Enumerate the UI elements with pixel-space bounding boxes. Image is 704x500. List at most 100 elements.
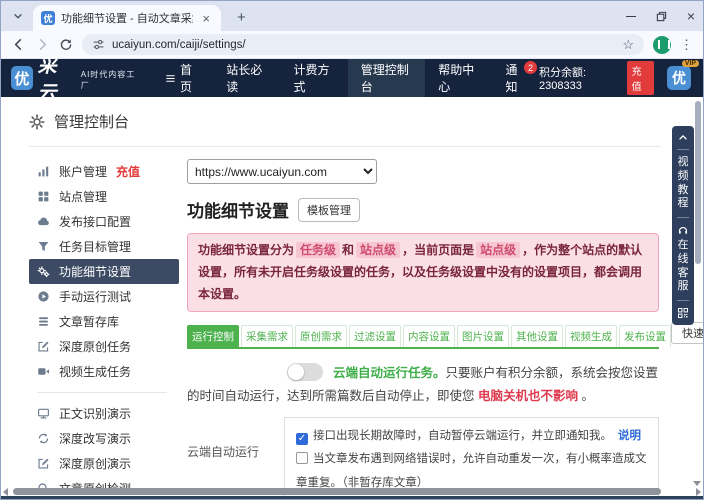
browser-toolbar: ucaiyun.com/caiji/settings/ ☆ ⋮ [1, 31, 703, 59]
sidebar-item-publish-api[interactable]: 发布接口配置 [29, 209, 179, 234]
recharge-button[interactable]: 充值 [627, 61, 654, 95]
user-avatar[interactable]: 优 [667, 66, 691, 90]
scroll-right-arrow[interactable] [696, 488, 701, 496]
url-text: ucaiyun.com/caiji/settings/ [112, 39, 615, 51]
sidebar-item-content-recognition-demo[interactable]: 正文识别演示 [29, 401, 179, 426]
tab-video-gen[interactable]: 视频生成 [565, 325, 617, 347]
notice-text: 和 [342, 243, 354, 257]
panel-divider [677, 149, 689, 150]
close-window-button[interactable]: × [687, 9, 695, 23]
bookmark-star-icon[interactable]: ☆ [622, 38, 634, 51]
sidebar-item-manual-test[interactable]: 手动运行测试 [29, 284, 179, 309]
user-avatar-wrap[interactable]: 优 VIP [667, 66, 691, 90]
sidebar: 账户管理充值站点管理发布接口配置任务目标管理功能细节设置手动运行测试文章暂存库深… [29, 147, 179, 500]
back-icon [11, 37, 26, 52]
chart-icon [37, 165, 50, 178]
notice-banner: 功能细节设置分为任务级和站点级，当前页面是站点级，作为整个站点的默认设置，所有未… [187, 233, 659, 312]
scroll-left-arrow[interactable] [3, 488, 8, 496]
sidebar-item-deep-rewrite-demo[interactable]: 深度改写演示 [29, 426, 179, 451]
nav-item-admin-console[interactable]: 管理控制台 [348, 59, 426, 97]
maximize-button[interactable] [656, 11, 667, 22]
sidebar-item-sites[interactable]: 站点管理 [29, 184, 179, 209]
browser-menu-icon[interactable]: ⋮ [680, 37, 693, 53]
site-settings-icon[interactable] [92, 38, 105, 51]
notice-badge-task-level: 任务级 [296, 242, 340, 258]
tab-other[interactable]: 其他设置 [511, 325, 563, 347]
nav-item-notifications[interactable]: 通知 2 [492, 59, 539, 97]
sidebar-item-deep-original-task[interactable]: 深度原创任务 [29, 334, 179, 359]
chevron-down-icon [11, 9, 25, 23]
qr-code-icon[interactable] [677, 307, 689, 319]
sidebar-item-label: 站点管理 [59, 188, 107, 205]
forward-button[interactable] [35, 37, 50, 52]
auto-run-title: 云端自动运行任务。 [333, 366, 446, 380]
nav-item-pricing[interactable]: 计费方式 [280, 59, 347, 97]
sidebar-item-label: 手动运行测试 [59, 288, 131, 305]
sidebar-item-feature-settings[interactable]: 功能细节设置 [29, 259, 179, 284]
tab-image[interactable]: 图片设置 [457, 325, 509, 347]
new-tab-button[interactable]: + [231, 9, 252, 26]
site-favicon: 优 [41, 11, 55, 25]
sidebar-item-deep-original-demo[interactable]: 深度原创演示 [29, 451, 179, 476]
edit-icon [37, 457, 50, 470]
tab-search-button[interactable] [7, 5, 29, 27]
auto-run-toggle[interactable] [287, 363, 323, 381]
browser-profile-avatar[interactable] [653, 36, 671, 54]
tab-collect[interactable]: 采集需求 [241, 325, 293, 347]
scroll-down-arrow[interactable] [693, 481, 701, 486]
video-tutorial-link[interactable]: 视频教程 [677, 156, 689, 211]
nav-item-help-center[interactable]: 帮助中心 [425, 59, 492, 97]
heading-row: 功能细节设置 模板管理 [187, 197, 659, 222]
browser-window: 优 功能细节设置 - 自动文章采集 × + × ucaiyun.com/caij… [0, 0, 704, 500]
online-service-link[interactable]: 在线客服 [677, 239, 689, 294]
tab-bar: 运行控制采集需求原创需求过滤设置内容设置图片设置其他设置视频生成发布设置 [187, 325, 671, 347]
reload-button[interactable] [59, 38, 73, 52]
nav-label: 管理控制台 [361, 61, 413, 95]
browser-tab[interactable]: 优 功能细节设置 - 自动文章采集 × [33, 5, 221, 31]
video-icon [37, 365, 50, 378]
nav-item-webmaster-reading[interactable]: 站长必读 [213, 59, 280, 97]
logo-tagline: AI时代内容工厂 [81, 69, 138, 91]
nav-label: 帮助中心 [438, 61, 479, 95]
sidebar-item-video-task[interactable]: 视频生成任务 [29, 359, 179, 384]
section-heading: 功能细节设置 [187, 197, 289, 222]
sidebar-item-article-buffer[interactable]: 文章暂存库 [29, 309, 179, 334]
tab-filter[interactable]: 过滤设置 [349, 325, 401, 347]
gears-icon [37, 265, 50, 278]
tab-publish[interactable]: 发布设置 [619, 325, 671, 347]
sidebar-recharge-link[interactable]: 充值 [116, 163, 140, 180]
site-logo[interactable]: 优 采云 AI时代内容工厂 [11, 59, 138, 97]
option-line-pause-on-failure: ✓接口出现长期故障时，自动暂停云端运行，并立即通知我。说明 [296, 425, 647, 449]
notice-badge-site-level: 站点级 [356, 242, 400, 258]
window-controls: × [626, 1, 695, 31]
minimize-button[interactable] [626, 16, 636, 17]
sidebar-item-task-targets[interactable]: 任务目标管理 [29, 234, 179, 259]
back-button[interactable] [11, 37, 26, 52]
vertical-scrollbar-thumb[interactable] [695, 101, 701, 264]
headset-icon [677, 224, 689, 236]
explain-link[interactable]: 说明 [618, 430, 641, 442]
tab-content[interactable]: 内容设置 [403, 325, 455, 347]
sidebar-item-label: 正文识别演示 [59, 405, 131, 422]
collapse-chevron-icon[interactable] [677, 131, 689, 143]
body-row: 账户管理充值站点管理发布接口配置任务目标管理功能细节设置手动运行测试文章暂存库深… [29, 147, 703, 500]
page-title-row: 管理控制台 [29, 97, 661, 147]
sidebar-item-label: 深度原创演示 [59, 455, 131, 472]
site-select[interactable]: https://www.ucaiyun.com [187, 159, 377, 184]
address-bar[interactable]: ucaiyun.com/caiji/settings/ ☆ [82, 34, 644, 55]
panel-divider [677, 217, 689, 218]
checkbox-pause-on-failure[interactable]: ✓ [296, 433, 308, 445]
tab-close-icon[interactable]: × [199, 11, 213, 26]
tab-run-control[interactable]: 运行控制 [187, 325, 239, 347]
nav-label: 通知 [505, 61, 526, 95]
reload-icon [59, 38, 73, 52]
auto-run-desc-end: 。 [578, 389, 594, 403]
horizontal-scrollbar-thumb[interactable] [13, 488, 661, 495]
sidebar-item-label: 功能细节设置 [59, 263, 131, 280]
template-manage-button[interactable]: 模板管理 [298, 198, 360, 222]
nav-label: 站长必读 [226, 61, 267, 95]
sidebar-item-account[interactable]: 账户管理充值 [29, 159, 179, 184]
nav-item-home[interactable]: 首页 [152, 59, 213, 97]
checkbox-auto-resend[interactable] [296, 452, 308, 464]
tab-original[interactable]: 原创需求 [295, 325, 347, 347]
